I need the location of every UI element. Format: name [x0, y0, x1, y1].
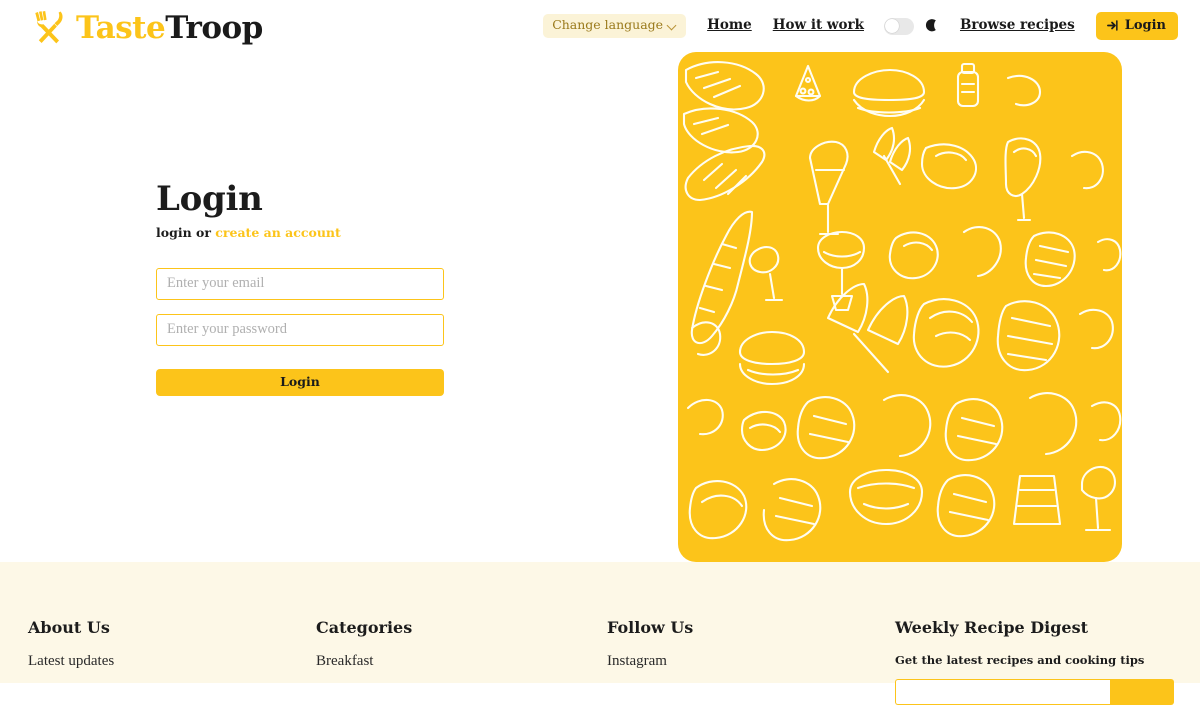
site-footer: About Us Latest updates Categories Break… — [0, 562, 1200, 705]
change-language-selector[interactable]: Change language — [543, 14, 687, 38]
main-navigation: Change language Home How it work Browse … — [543, 11, 1178, 41]
login-form: Login login or create an account Login — [156, 179, 444, 396]
footer-link-breakfast[interactable]: Breakfast — [316, 654, 412, 669]
footer-link-latest-updates[interactable]: Latest updates — [28, 654, 114, 669]
hero-food-pattern — [678, 52, 1122, 562]
nav-link-home[interactable]: Home — [707, 19, 752, 33]
footer-heading-about: About Us — [28, 618, 110, 637]
login-subtitle-prefix: login or — [156, 224, 216, 240]
footer-column-categories: Categories Breakfast — [316, 620, 412, 669]
footer-column-about: About Us Latest updates — [28, 620, 114, 669]
password-input[interactable] — [156, 313, 444, 346]
create-account-link[interactable]: create an account — [215, 225, 340, 240]
brand-name-part1: Taste — [76, 9, 166, 46]
site-header: TasteTroop Change language Home How it w… — [0, 0, 1200, 52]
sign-in-icon — [1106, 20, 1118, 31]
footer-column-follow: Follow Us Instagram — [607, 620, 693, 669]
newsletter-heading: Weekly Recipe Digest — [895, 618, 1089, 637]
footer-link-instagram[interactable]: Instagram — [607, 654, 693, 669]
chevron-down-icon — [668, 21, 677, 30]
brand-logo[interactable]: TasteTroop — [28, 6, 263, 50]
login-submit-button[interactable]: Login — [156, 368, 444, 396]
nav-link-how-it-work[interactable]: How it work — [773, 19, 864, 33]
brand-name-part2: Troop — [165, 9, 263, 46]
theme-toggle-knob — [885, 19, 900, 33]
login-subtitle: login or create an account — [156, 225, 444, 240]
newsletter-note: Get the latest recipes and cooking tips — [895, 653, 1145, 667]
header-login-label: Login — [1124, 18, 1166, 33]
theme-toggle-switch[interactable] — [883, 17, 914, 35]
change-language-label: Change language — [552, 17, 664, 33]
footer-newsletter: Weekly Recipe Digest Get the latest reci… — [895, 620, 1175, 705]
nav-link-browse-recipes[interactable]: Browse recipes — [960, 19, 1075, 33]
header-login-button[interactable]: Login — [1095, 12, 1178, 40]
moon-icon[interactable] — [925, 18, 939, 34]
page-title: Login — [156, 179, 263, 219]
brand-wordmark: TasteTroop — [76, 9, 263, 46]
email-input[interactable] — [156, 267, 444, 300]
footer-heading-follow: Follow Us — [607, 618, 694, 637]
fork-knife-icon — [35, 11, 63, 44]
footer-heading-categories: Categories — [316, 618, 413, 637]
login-page: TasteTroop Change language Home How it w… — [0, 0, 1200, 705]
food-doodle-pattern-icon — [682, 61, 1122, 542]
